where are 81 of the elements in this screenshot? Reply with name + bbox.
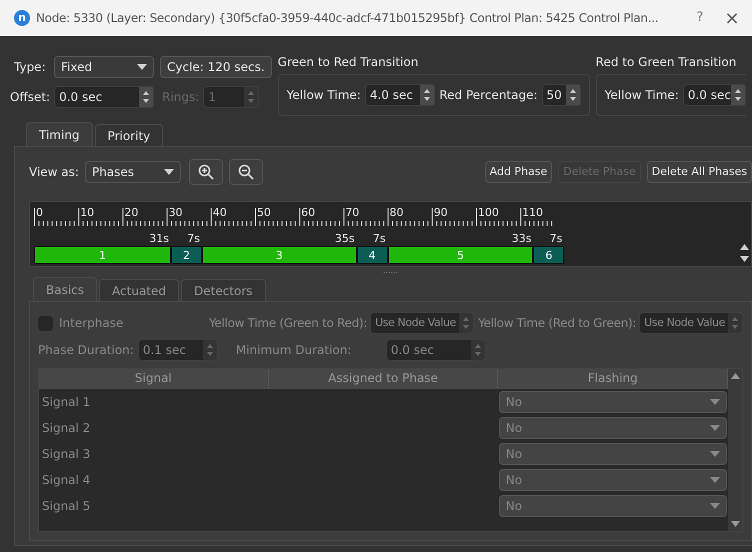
group-title: Green to Red Transition: [278, 54, 420, 71]
phase-duration: 31s: [148, 232, 170, 246]
caret-icon: [710, 425, 720, 431]
table-cell-text: Signal 2: [41, 420, 92, 437]
type-label: Type:: [14, 59, 47, 76]
ruler-label: 50: [256, 205, 272, 221]
percentage-label: Red Percentage:: [439, 87, 538, 104]
caret-icon: [710, 399, 720, 405]
tab[interactable]: Basics: [33, 277, 98, 301]
ruler-label: 10: [79, 205, 96, 221]
ruler-label: 90: [432, 205, 449, 221]
ruler-label: 100: [476, 205, 500, 221]
phase-duration: 7s: [186, 232, 201, 246]
caret-icon: [164, 169, 174, 175]
zoom-in-button[interactable]: [188, 159, 223, 185]
phase-bar[interactable]: 4: [356, 246, 388, 264]
close-button[interactable]: ×: [720, 4, 744, 32]
spin-arrows-icon[interactable]: [566, 85, 580, 105]
phase-bar[interactable]: 5: [388, 246, 534, 264]
offset-label: Offset:: [10, 89, 50, 106]
zoom-out-button[interactable]: [228, 159, 263, 185]
ruler-label: 80: [388, 205, 404, 221]
offset-field[interactable]: 0.0 sec: [54, 86, 154, 108]
phase-bar[interactable]: 2: [171, 246, 202, 264]
minimum-duration-label: Minimum Duration:: [236, 342, 352, 359]
scroll-up-icon[interactable]: [730, 373, 740, 379]
spin-arrows-icon[interactable]: [730, 85, 745, 105]
tab[interactable]: Priority: [94, 124, 164, 146]
phase-duration-label: Phase Duration:: [38, 342, 134, 359]
phase-bar[interactable]: 6: [533, 246, 564, 264]
ruler-label: 60: [300, 205, 316, 221]
transition-time-label: Yellow Time:: [604, 87, 679, 104]
change-time-label: Yellow Time (Green to Red):: [209, 315, 368, 332]
phase-duration: 7s: [548, 232, 564, 246]
ruler-label: 20: [123, 205, 140, 221]
scroll-down-icon[interactable]: [730, 521, 740, 527]
change-time-label: Yellow Time (Red to Green):: [478, 315, 636, 332]
type-dropdown[interactable]: Fixed: [54, 56, 154, 78]
table-cell-text: Signal 1: [41, 394, 92, 411]
phase-action-button[interactable]: Add Phase: [484, 161, 552, 183]
splitter-handle[interactable]: ......: [382, 267, 398, 277]
phase-action-button[interactable]: Delete All Phases: [646, 161, 752, 183]
tab[interactable]: Detectors: [181, 279, 266, 301]
table-cell-text: Signal 3: [41, 446, 92, 463]
phase-bar[interactable]: 1: [34, 246, 172, 264]
phase-bar[interactable]: 3: [202, 246, 357, 264]
window-title: Node: 5330 (Layer: Secondary) {30f5cfa0-3959-440c-adcf-471b015295bf} Control Plan: 5425 Control Plan...: [36, 10, 660, 27]
tab[interactable]: Timing: [26, 122, 93, 146]
help-button[interactable]: ?: [686, 8, 714, 28]
transition-time-field[interactable]: 0.0 sec: [682, 84, 746, 106]
rings-field[interactable]: 1: [203, 86, 260, 108]
ruler-label: 70: [344, 205, 360, 221]
tab[interactable]: Actuated: [99, 279, 179, 301]
transition-time-label: Yellow Time:: [286, 87, 361, 104]
spin-arrows-icon[interactable]: [139, 87, 154, 107]
interphase-label: Interphase: [59, 315, 124, 332]
scroll-down-icon[interactable]: [740, 256, 749, 262]
caret-icon: [710, 451, 720, 457]
caret-icon: [710, 503, 720, 509]
caret-icon: [137, 64, 147, 70]
phase-duration: 7s: [372, 232, 387, 246]
zoom-in-icon: [198, 164, 214, 180]
ruler-label: 30: [168, 205, 184, 221]
app-logo: n: [14, 10, 30, 26]
ruler-label: 40: [212, 205, 228, 221]
ruler-label: 0: [35, 205, 44, 221]
phase-duration: 33s: [510, 232, 532, 246]
scroll-up-icon[interactable]: [740, 244, 749, 250]
view-as-label: View as:: [29, 164, 79, 181]
group-title: Red to Green Transition: [596, 54, 738, 71]
cycle-button[interactable]: Cycle: 120 secs.: [160, 56, 272, 78]
table-cell-text: Signal 4: [41, 472, 92, 489]
zoom-out-icon: [238, 164, 254, 180]
table-cell-text: Signal 5: [41, 498, 92, 515]
percentage-field[interactable]: 50: [542, 84, 581, 106]
caret-icon: [710, 477, 720, 483]
phase-duration: 35s: [334, 232, 356, 246]
spin-arrows-icon[interactable]: [420, 85, 434, 105]
ruler-label: 110: [521, 205, 544, 221]
transition-time-field[interactable]: 4.0 sec: [364, 84, 436, 106]
view-as-dropdown[interactable]: Phases: [84, 161, 181, 183]
